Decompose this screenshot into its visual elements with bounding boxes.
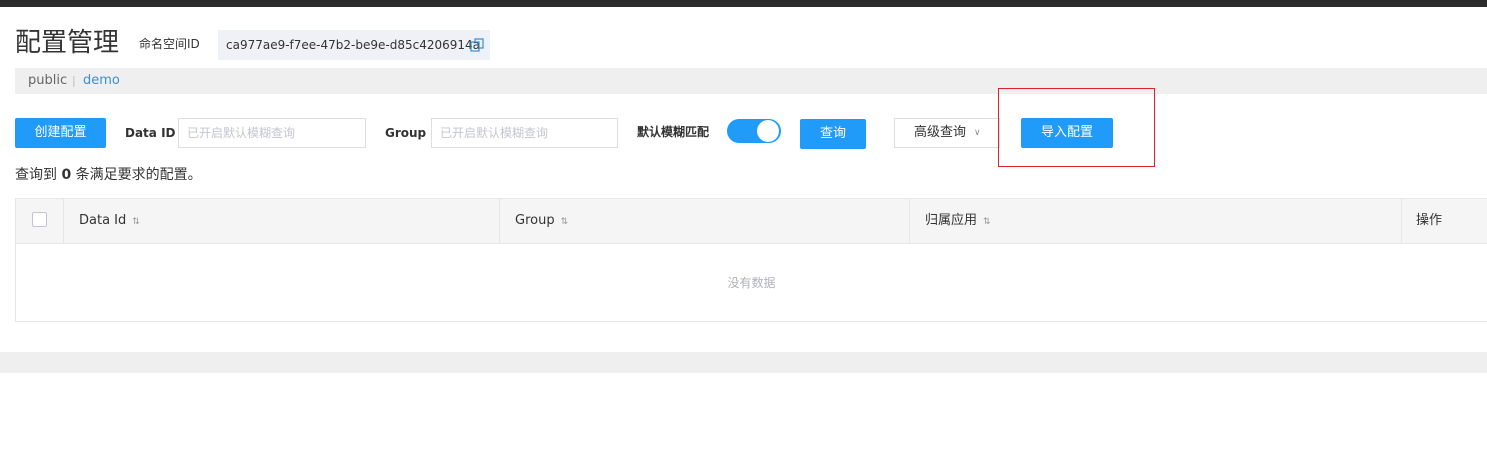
table-header: Data Id ⇅ Group ⇅ 归属应用 ⇅ 操作	[16, 199, 1487, 244]
namespace-id-box: ca977ae9-f7ee-47b2-be9e-d85c4206914a	[218, 30, 490, 60]
toggle-knob	[757, 120, 779, 142]
namespace-tabs: public | demo	[15, 68, 1487, 94]
select-all-checkbox[interactable]	[32, 212, 47, 227]
fuzzy-match-label: 默认模糊匹配	[637, 125, 710, 139]
empty-state-text: 没有数据	[727, 276, 776, 290]
result-prefix: 查询到	[15, 167, 57, 183]
column-label-data-id: Data Id	[79, 213, 127, 228]
column-label-operations: 操作	[1416, 213, 1443, 228]
advanced-query-select[interactable]: 高级查询 ∨	[894, 118, 1000, 148]
sort-icon[interactable]: ⇅	[132, 217, 140, 227]
query-button[interactable]: 查询	[800, 119, 866, 149]
group-label: Group	[385, 126, 427, 140]
top-bar	[0, 0, 1487, 7]
namespace-tab-public[interactable]: public	[28, 68, 67, 94]
pagination-bar	[0, 352, 1487, 373]
fuzzy-match-toggle[interactable]	[727, 119, 781, 143]
chevron-down-icon: ∨	[974, 128, 981, 138]
data-id-input[interactable]	[178, 118, 366, 148]
column-header-data-id[interactable]: Data Id ⇅	[63, 199, 499, 243]
result-count: 0	[61, 167, 72, 183]
column-label-group: Group	[515, 213, 555, 228]
page-title: 配置管理	[15, 28, 120, 58]
group-input[interactable]	[431, 118, 618, 148]
highlight-annotation	[998, 88, 1155, 167]
sort-icon[interactable]: ⇅	[983, 217, 991, 227]
column-label-app: 归属应用	[925, 213, 978, 228]
header-select-cell	[16, 199, 63, 243]
sort-icon[interactable]: ⇅	[561, 217, 569, 227]
namespace-tab-demo[interactable]: demo	[83, 68, 120, 94]
column-header-group[interactable]: Group ⇅	[499, 199, 909, 243]
config-table: Data Id ⇅ Group ⇅ 归属应用 ⇅ 操作 没有数据	[15, 198, 1487, 322]
namespace-id-label: 命名空间ID	[139, 37, 200, 51]
advanced-query-label: 高级查询	[914, 125, 967, 140]
column-header-app[interactable]: 归属应用 ⇅	[909, 199, 1401, 243]
copy-icon[interactable]	[470, 38, 484, 52]
result-summary: 查询到 0 条满足要求的配置。	[15, 166, 202, 184]
namespace-id-value: ca977ae9-f7ee-47b2-be9e-d85c4206914a	[226, 38, 480, 52]
namespace-separator: |	[72, 74, 76, 87]
column-header-operations: 操作	[1401, 199, 1487, 243]
data-id-label: Data ID	[125, 126, 176, 140]
create-config-button[interactable]: 创建配置	[15, 118, 106, 148]
result-suffix: 条满足要求的配置。	[75, 167, 202, 183]
